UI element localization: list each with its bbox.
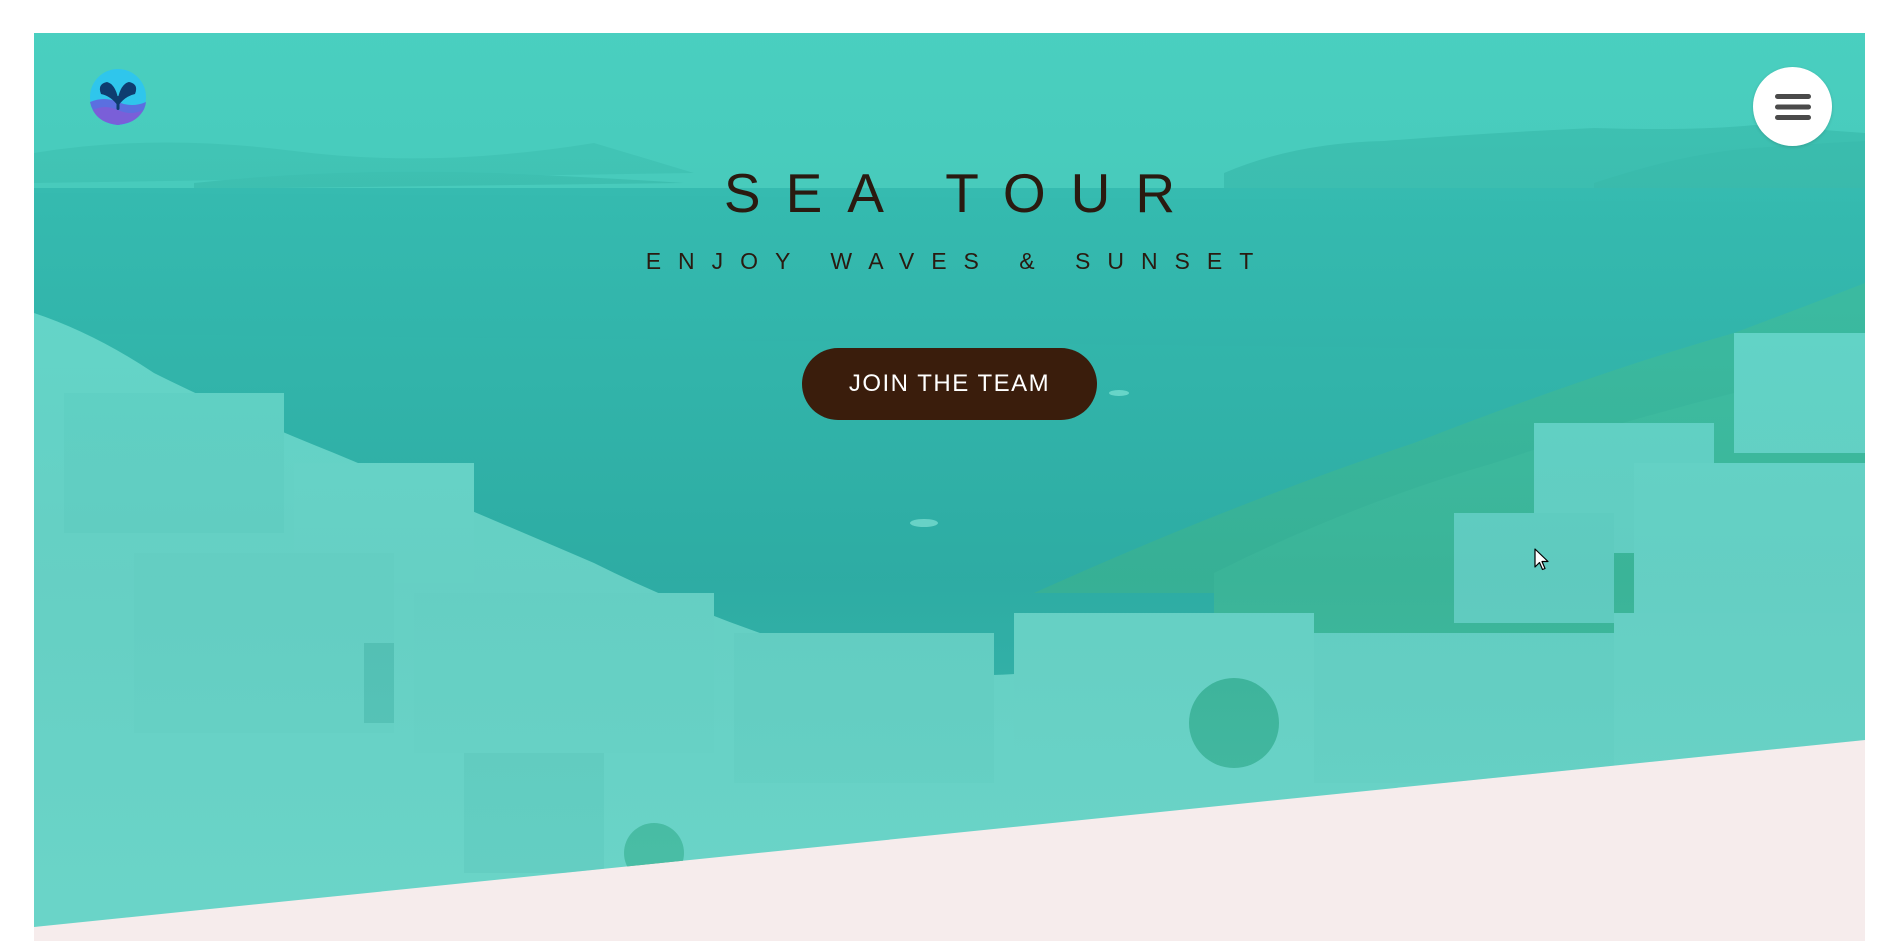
hamburger-menu-icon — [1774, 93, 1811, 120]
menu-button[interactable] — [1753, 67, 1832, 146]
hero-subtitle: ENJOY WAVES & SUNSET — [645, 248, 1271, 274]
hero-title: SEA TOUR — [723, 162, 1201, 224]
hero-section: SEA TOUR ENJOY WAVES & SUNSET JOIN THE T… — [34, 33, 1865, 927]
leaf-drop-logo-icon[interactable] — [89, 68, 147, 126]
join-the-team-button[interactable]: JOIN THE TEAM — [802, 348, 1097, 420]
page-frame: SEA TOUR ENJOY WAVES & SUNSET JOIN THE T… — [34, 33, 1865, 941]
mouse-pointer-icon — [1534, 548, 1549, 571]
